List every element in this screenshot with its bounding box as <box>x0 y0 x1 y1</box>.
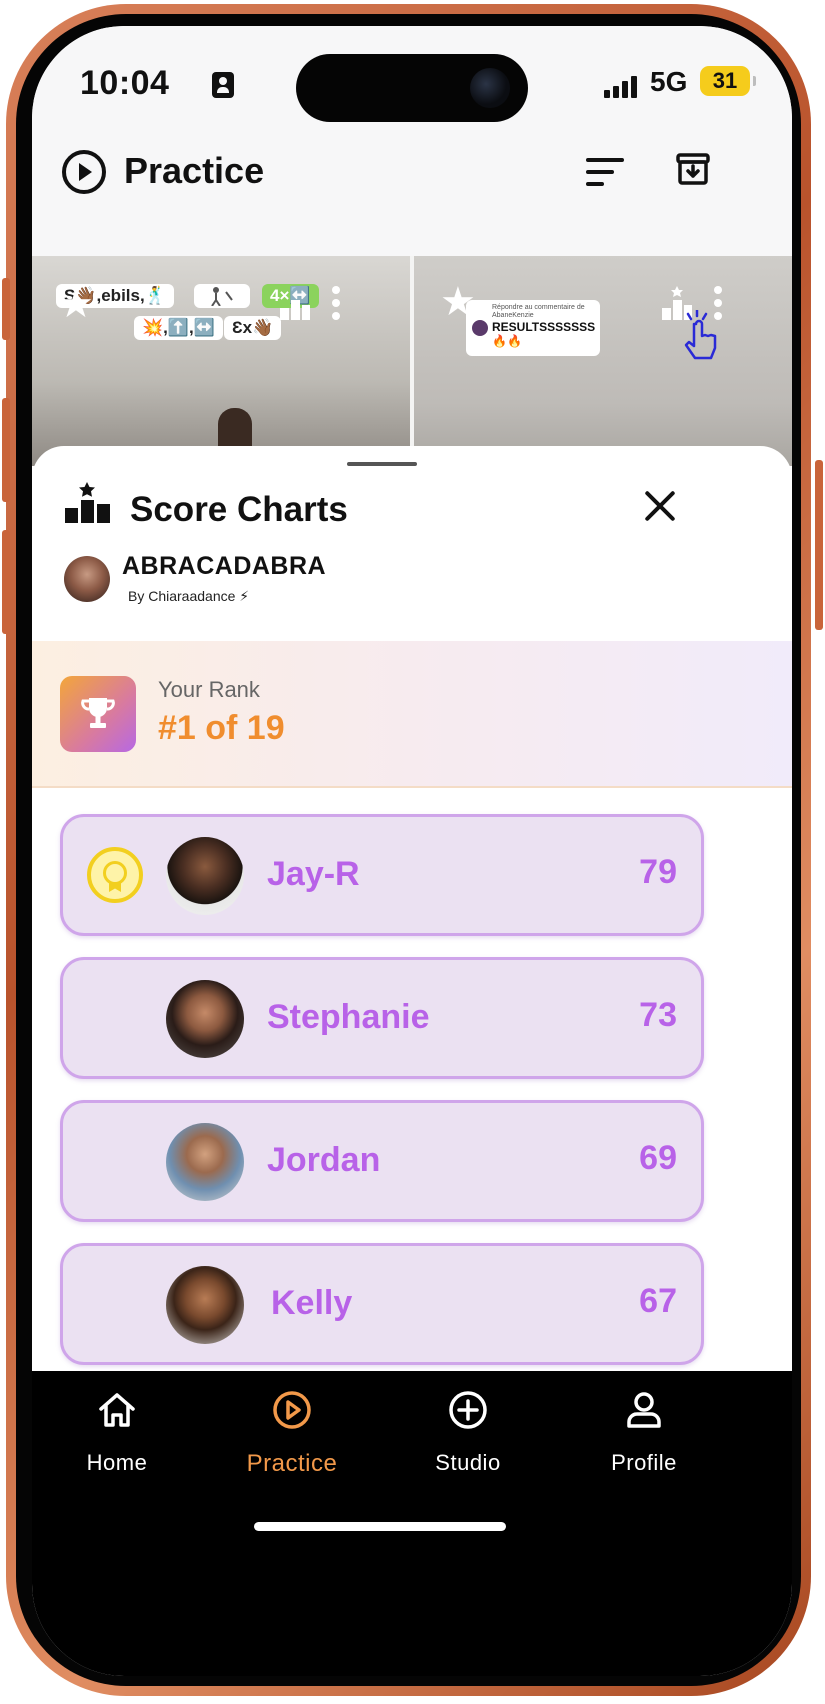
sticker-figure <box>194 284 250 308</box>
volume-down-button <box>2 530 10 634</box>
leaderboard-row[interactable]: Jordan 69 <box>60 1100 704 1222</box>
creator-avatar <box>64 556 110 602</box>
volume-up-button <box>2 398 10 502</box>
gold-medal-icon <box>87 847 143 903</box>
player-score: 73 <box>639 996 677 1034</box>
star-icon[interactable]: ★ <box>58 284 94 324</box>
signal-icon <box>604 76 637 98</box>
leaderboard-row[interactable]: Stephanie 73 <box>60 957 704 1079</box>
tap-hand-icon <box>684 310 717 360</box>
comment-text: RESULTSSSSSSS🔥🔥 <box>492 320 596 348</box>
sheet-grabber[interactable] <box>347 462 417 466</box>
camera-icon <box>470 68 510 108</box>
tab-label: Home <box>86 1450 148 1475</box>
close-icon[interactable] <box>640 486 680 526</box>
tab-label: Practice <box>246 1450 338 1477</box>
contact-card-icon <box>212 72 234 98</box>
tab-practice[interactable]: Practice <box>222 1389 362 1489</box>
rank-banner: Your Rank #1 of 19 <box>32 641 792 788</box>
plus-circle-icon <box>449 1391 487 1429</box>
player-name: Kelly <box>271 1284 353 1322</box>
leaderboard-list: Jay-R 79 Stephanie 73 Jordan 69 Kelly 67 <box>60 814 704 1436</box>
leaderboard-row[interactable]: Kelly 67 <box>60 1243 704 1365</box>
more-options-icon[interactable] <box>332 286 340 325</box>
sort-icon[interactable] <box>586 158 624 186</box>
video-thumbnail-left[interactable]: S👋🏾,ebils,🕺 4×↔️ 💥,⬆️,↔️ Ɛx👋🏾 ★ <box>32 256 410 466</box>
avatar <box>166 837 244 915</box>
tab-label: Studio <box>435 1450 501 1475</box>
song-title: ABRACADABRA <box>122 552 327 580</box>
leaderboard-row[interactable]: Jay-R 79 <box>60 814 704 936</box>
top-area: 10:04 5G 31 Practice <box>32 26 792 256</box>
home-icon <box>99 1393 135 1427</box>
archive-download-icon[interactable] <box>676 152 710 186</box>
player-name: Stephanie <box>267 998 430 1036</box>
comment-bubble: Répondre au commentaire de AbaneKenzie R… <box>466 300 600 356</box>
avatar <box>166 980 244 1058</box>
video-preview-strip[interactable]: S👋🏾,ebils,🕺 4×↔️ 💥,⬆️,↔️ Ɛx👋🏾 ★ ★ Répond… <box>32 256 792 466</box>
song-author: By Chiaraadance ⚡ <box>128 588 250 604</box>
player-score: 67 <box>639 1282 677 1320</box>
trophy-badge <box>60 676 136 752</box>
play-circle-icon <box>273 1391 311 1429</box>
home-indicator[interactable] <box>254 1522 506 1531</box>
play-circle-icon <box>62 150 106 194</box>
player-score: 69 <box>639 1139 677 1177</box>
score-charts-sheet: Score Charts ABRACADABRA By Chiaraadance… <box>32 446 792 1436</box>
action-button <box>2 278 10 340</box>
rank-label: Your Rank <box>158 677 260 702</box>
player-name: Jordan <box>267 1141 381 1179</box>
player-score: 79 <box>639 853 677 891</box>
tab-profile[interactable]: Profile <box>574 1389 714 1489</box>
power-button <box>815 460 823 630</box>
sheet-title: Score Charts <box>130 490 348 529</box>
player-name: Jay-R <box>267 855 360 893</box>
battery-icon: 31 <box>700 66 756 96</box>
trophy-icon <box>81 698 115 728</box>
video-person <box>218 408 252 448</box>
page-title: Practice <box>124 150 265 191</box>
tab-label: Profile <box>611 1450 677 1475</box>
network-label: 5G <box>650 66 688 97</box>
person-icon <box>627 1392 661 1428</box>
status-time: 10:04 <box>80 64 170 102</box>
avatar <box>166 1266 244 1344</box>
video-thumbnail-right[interactable]: ★ Répondre au commentaire de AbaneKenzie… <box>414 256 792 466</box>
dynamic-island <box>296 54 528 122</box>
screen: 10:04 5G 31 Practice S👋🏾,ebils,🕺 4×↔️ 💥,… <box>32 26 792 1676</box>
sticker-text: Ɛx👋🏾 <box>224 316 282 340</box>
commenter-avatar <box>472 320 488 336</box>
chart-icon[interactable] <box>278 292 312 322</box>
podium-chart-icon <box>65 482 110 523</box>
tab-home[interactable]: Home <box>47 1389 187 1489</box>
comment-reply-label: Répondre au commentaire de AbaneKenzie <box>492 304 585 319</box>
rank-value: #1 of 19 <box>158 709 285 747</box>
tab-studio[interactable]: Studio <box>398 1389 538 1489</box>
avatar <box>166 1123 244 1201</box>
sticker-text: 💥,⬆️,↔️ <box>134 316 223 340</box>
